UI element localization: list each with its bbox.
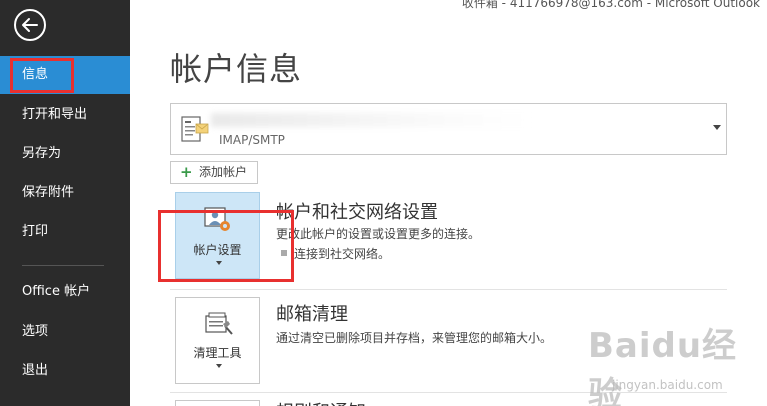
back-arrow-icon (22, 18, 38, 32)
rules-alerts-button[interactable] (175, 400, 260, 406)
cleanup-tools-label: 清理工具 (193, 346, 242, 360)
nav-item-office-account[interactable]: Office 帐户 (0, 273, 130, 311)
baidu-watermark-url: jingyan.baidu.com (612, 378, 723, 392)
window-title: 收件箱 - 411766978@163.com - Microsoft Outl… (461, 0, 760, 10)
nav-item-open-export[interactable]: 打开和导出 (0, 96, 130, 134)
nav-item-save-attachments[interactable]: 保存附件 (0, 174, 130, 212)
account-settings-heading: 帐户和社交网络设置 (276, 202, 438, 223)
account-selector[interactable]: IMAP/SMTP (170, 103, 727, 155)
page-title: 帐户信息 (170, 50, 303, 88)
account-type: IMAP/SMTP (219, 133, 285, 147)
cleanup-tools-button[interactable]: 清理工具 (175, 297, 260, 384)
mailbox-cleanup-heading: 邮箱清理 (276, 304, 348, 325)
nav-item-options[interactable]: 选项 (0, 313, 130, 351)
cleanup-tools-icon (205, 312, 233, 335)
nav-item-save-as[interactable]: 另存为 (0, 135, 130, 173)
add-account-label: 添加帐户 (199, 165, 248, 179)
annotation-highlight-account-settings (158, 210, 294, 282)
account-settings-description: 更改此帐户的设置或设置更多的连接。 (276, 227, 481, 241)
annotation-highlight-info (10, 58, 74, 93)
plus-icon: + (180, 163, 193, 181)
email-account-icon (181, 116, 209, 142)
nav-item-print[interactable]: 打印 (0, 213, 130, 251)
chevron-down-icon[interactable] (713, 125, 721, 130)
nav-separator (22, 265, 104, 266)
add-account-button[interactable]: + 添加帐户 (170, 161, 258, 184)
back-button[interactable] (14, 9, 46, 41)
mailbox-cleanup-description: 通过清空已删除项目并存档，来管理您的邮箱大小。 (276, 331, 553, 345)
nav-item-exit[interactable]: 退出 (0, 352, 130, 390)
caret-down-icon (216, 364, 222, 368)
redacted-account-address (211, 113, 531, 127)
rules-alerts-heading: 规则和通知 (276, 398, 366, 406)
baidu-watermark-logo: Baidu经验 (588, 326, 738, 406)
connect-social-link[interactable]: 连接到社交网络。 (294, 245, 390, 262)
section-divider (170, 289, 727, 290)
